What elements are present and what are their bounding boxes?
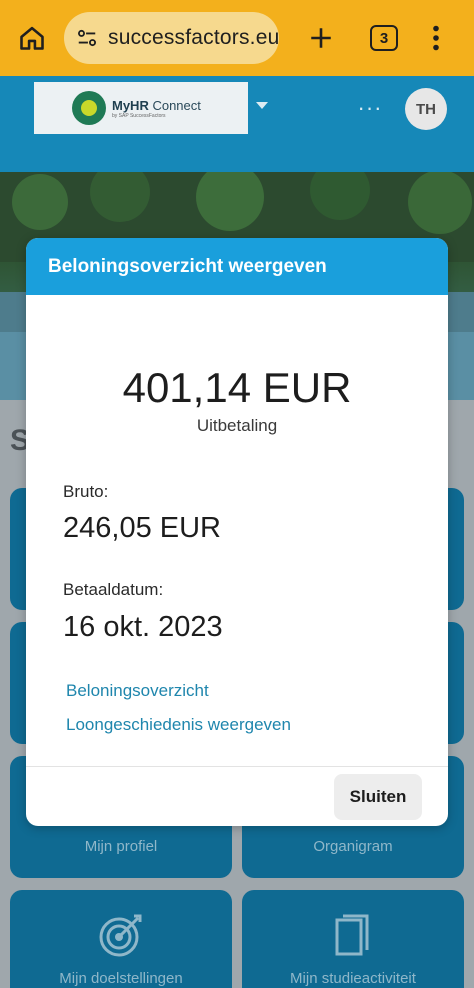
address-bar[interactable]: successfactors.eu	[64, 12, 279, 64]
pay-history-link[interactable]: Loongeschiedenis weergeven	[66, 715, 291, 735]
gross-pay-amount: 246,05 EUR	[63, 512, 221, 544]
browser-toolbar: successfactors.eu 3	[0, 0, 474, 76]
home-icon[interactable]	[14, 20, 50, 56]
new-tab-icon[interactable]	[304, 20, 338, 56]
dialog-title: Beloningsoverzicht weergeven	[48, 256, 327, 277]
dialog-header: Beloningsoverzicht weergeven	[26, 238, 448, 295]
pay-date-value: 16 okt. 2023	[63, 611, 223, 643]
pay-date-label: Betaaldatum:	[63, 580, 164, 599]
net-pay-amount: 401,14 EUR	[122, 364, 352, 411]
url-text: successfactors.eu	[108, 26, 279, 49]
tab-switcher-button[interactable]: 3	[370, 25, 398, 51]
gross-pay-label: Bruto:	[63, 482, 109, 501]
close-button[interactable]: Sluiten	[334, 774, 422, 820]
site-settings-icon[interactable]	[74, 25, 100, 51]
net-pay-label: Uitbetaling	[196, 416, 278, 435]
pay-statement-link[interactable]: Beloningsoverzicht	[66, 681, 209, 701]
pay-statement-dialog: Beloningsoverzicht weergeven 401,14 EUR …	[26, 238, 448, 826]
dialog-footer-divider	[26, 766, 448, 767]
browser-menu-icon[interactable]	[424, 20, 448, 56]
